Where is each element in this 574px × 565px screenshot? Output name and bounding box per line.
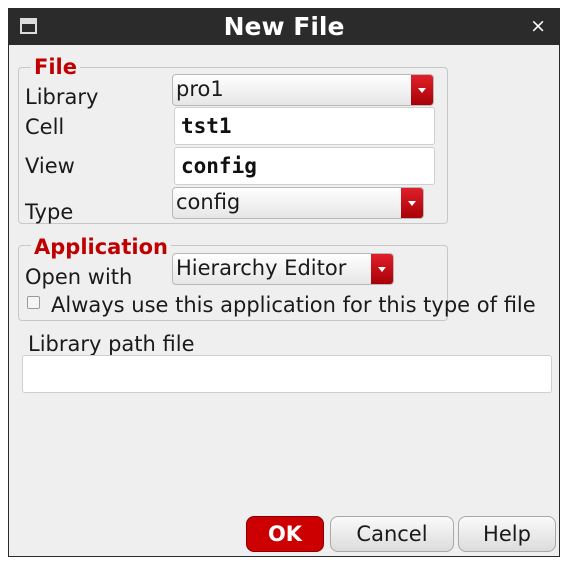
type-dropdown-arrow-icon[interactable] (401, 188, 423, 218)
library-select-value: pro1 (176, 77, 224, 101)
help-button[interactable]: Help (458, 516, 556, 552)
always-use-label[interactable]: Always use this application for this typ… (51, 293, 536, 317)
library-label: Library (25, 85, 99, 109)
cell-label: Cell (25, 115, 65, 139)
cell-field[interactable] (174, 107, 435, 145)
library-dropdown-arrow-icon[interactable] (411, 75, 433, 105)
library-path-label: Library path file (28, 332, 195, 356)
type-label: Type (25, 200, 74, 224)
view-field[interactable] (174, 147, 435, 185)
always-use-checkbox[interactable] (27, 296, 40, 309)
open-with-select[interactable]: Hierarchy Editor (172, 253, 394, 285)
ok-button[interactable]: OK (246, 516, 324, 552)
view-input[interactable] (181, 148, 428, 184)
dialog-title: New File (223, 12, 345, 41)
library-select[interactable]: pro1 (172, 74, 434, 106)
open-with-label: Open with (25, 265, 133, 289)
library-path-input[interactable] (29, 356, 545, 392)
new-file-dialog: New File × File Library pro1 Cell View T… (8, 8, 560, 557)
cell-input[interactable] (181, 108, 428, 144)
title-bar[interactable]: New File × (9, 9, 559, 45)
close-icon[interactable]: × (530, 15, 546, 37)
cancel-button[interactable]: Cancel (330, 516, 454, 552)
file-group-legend: File (31, 55, 80, 79)
application-group-legend: Application (31, 235, 171, 259)
view-label: View (25, 154, 75, 178)
type-select-value: config (176, 190, 241, 214)
library-path-field[interactable] (22, 355, 552, 393)
open-with-dropdown-arrow-icon[interactable] (371, 254, 393, 284)
open-with-select-value: Hierarchy Editor (176, 256, 347, 280)
type-select[interactable]: config (172, 187, 424, 219)
